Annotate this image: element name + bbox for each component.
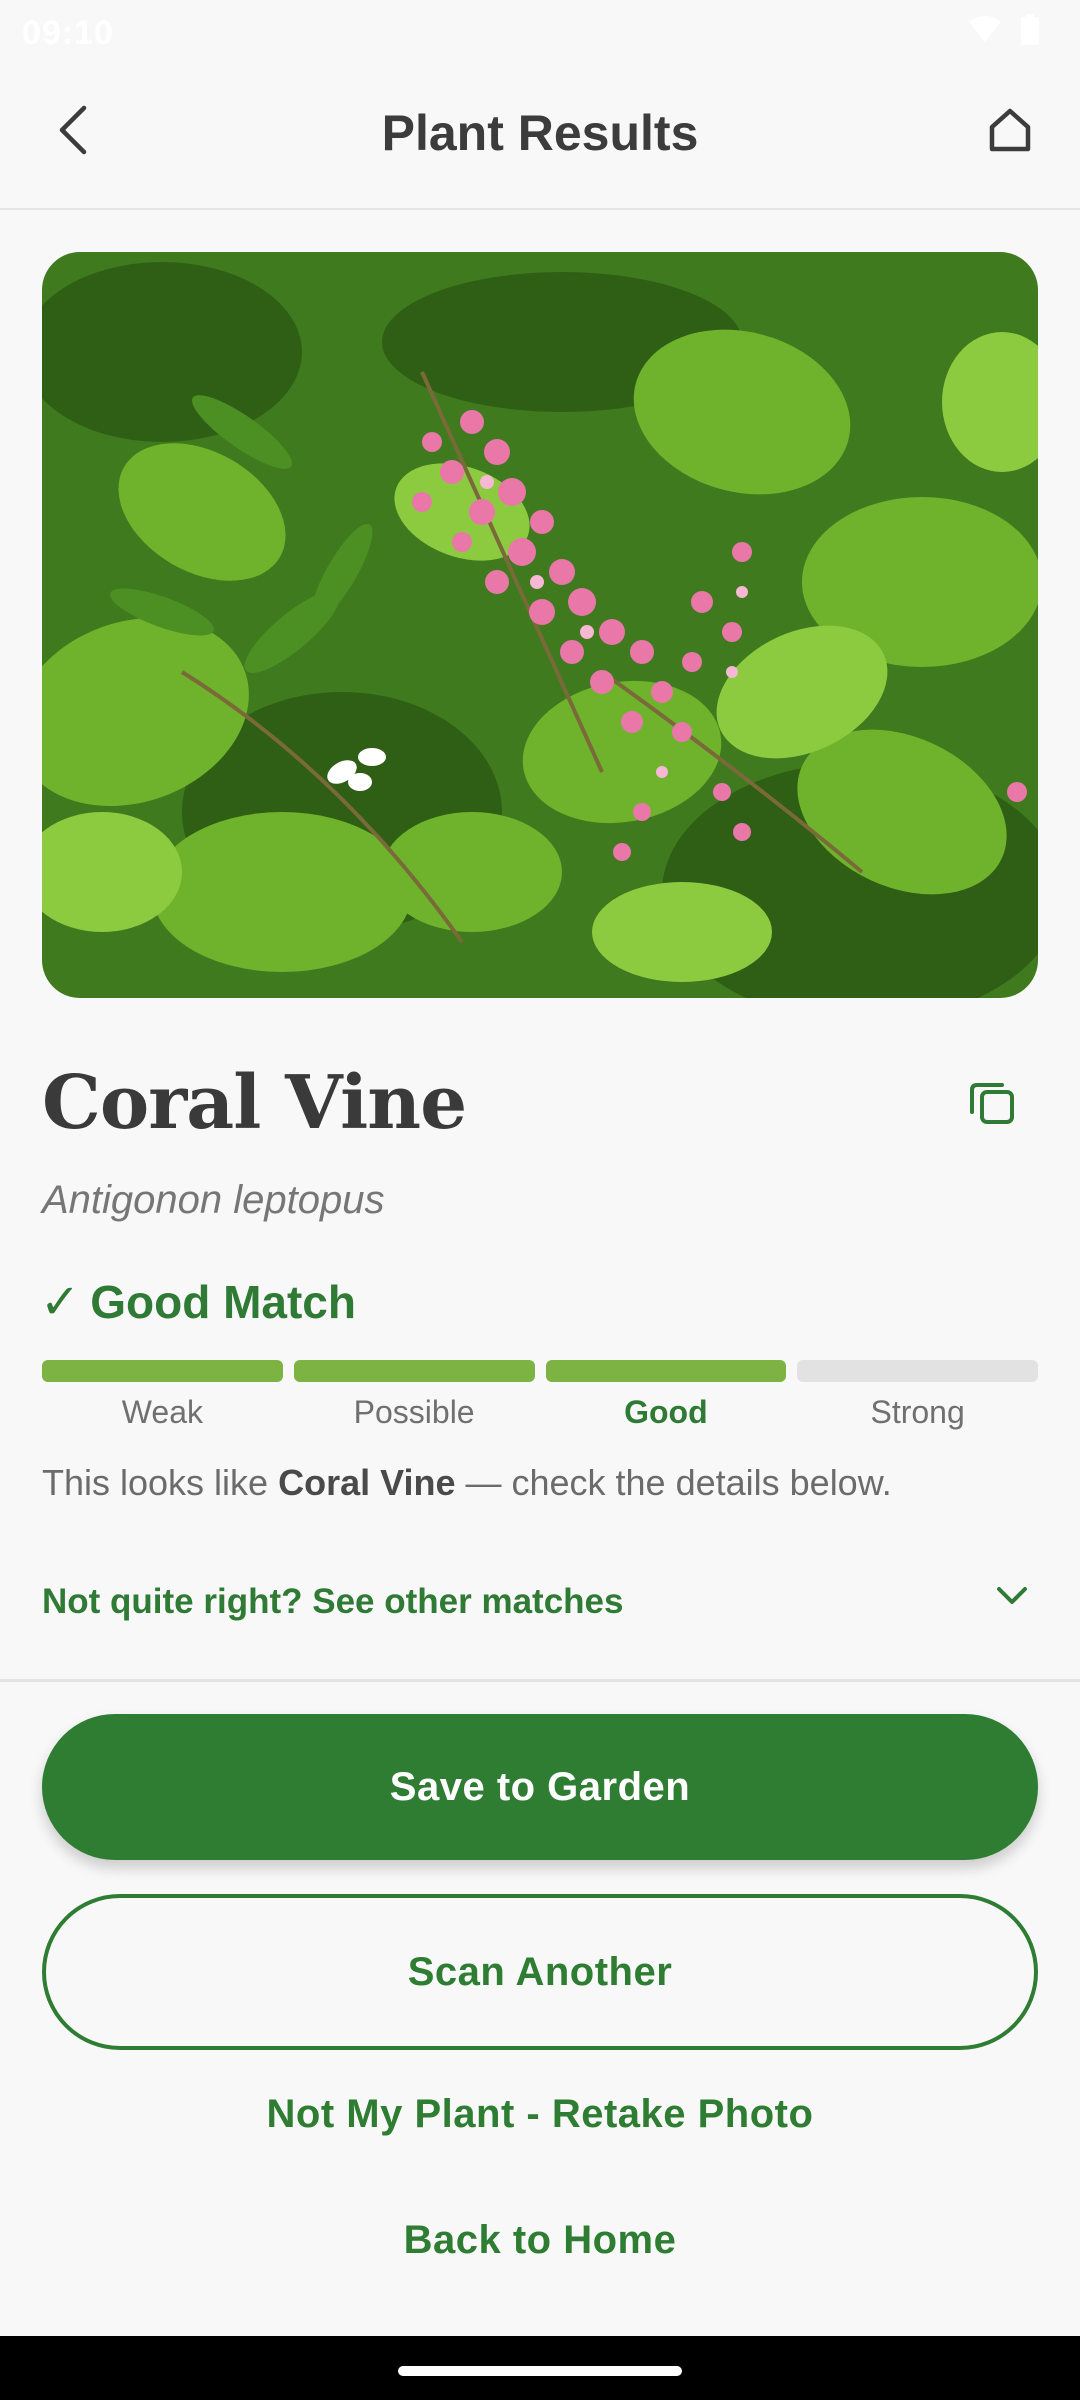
home-icon <box>988 107 1032 158</box>
status-time: 09:10 <box>22 14 114 52</box>
match-segment <box>42 1360 283 1382</box>
gesture-handle[interactable] <box>398 2366 682 2376</box>
save-to-garden-button[interactable]: Save to Garden <box>42 1714 1038 1860</box>
plant-scientific-name: Antigonon leptopus <box>42 1178 385 1222</box>
chevron-down-icon <box>996 1586 1028 1611</box>
match-segment <box>797 1360 1038 1382</box>
match-label-text: Good Match <box>90 1276 356 1328</box>
copy-icon <box>967 1077 1017 1132</box>
copy-button[interactable] <box>960 1072 1024 1136</box>
status-bar: 09:10 <box>0 0 1080 64</box>
scan-another-button[interactable]: Scan Another <box>42 1894 1038 2050</box>
status-icons <box>968 14 1040 46</box>
plant-common-name: Coral Vine <box>42 1060 467 1146</box>
actions-divider <box>0 1679 1080 1682</box>
retake-photo-link[interactable]: Not My Plant - Retake Photo <box>0 2092 1080 2137</box>
match-level-weak: Weak <box>121 1394 203 1430</box>
plant-results-screen: 09:10 Plant Results Coral Vine Antigonon… <box>0 0 1080 2400</box>
match-level-strong: Strong <box>870 1394 965 1430</box>
match-confidence-bar <box>42 1360 1038 1382</box>
back-to-home-link[interactable]: Back to Home <box>0 2218 1080 2263</box>
other-matches-toggle[interactable]: Not quite right? See other matches <box>0 1560 1080 1644</box>
match-level-possible: Possible <box>353 1394 475 1430</box>
plant-photo <box>42 252 1038 998</box>
page-title: Plant Results <box>381 105 699 161</box>
match-description-suffix: — check the details below. <box>455 1462 892 1503</box>
match-level-good: Good <box>624 1394 708 1430</box>
match-segment <box>545 1360 787 1382</box>
match-level-labels: Weak Possible Good Strong <box>42 1394 1038 1431</box>
home-button[interactable] <box>978 100 1042 164</box>
match-confidence-label: ✓ Good Match <box>40 1274 356 1330</box>
system-navigation-bar <box>0 2336 1080 2400</box>
wifi-icon <box>968 14 1002 46</box>
match-segment <box>293 1360 535 1382</box>
battery-icon <box>1020 14 1040 46</box>
match-description-name: Coral Vine <box>278 1462 456 1503</box>
check-icon: ✓ <box>40 1276 81 1329</box>
app-bar: Plant Results <box>0 64 1080 210</box>
match-description: This looks like Coral Vine — check the d… <box>42 1462 892 1504</box>
match-description-prefix: This looks like <box>42 1462 279 1503</box>
other-matches-label: Not quite right? See other matches <box>42 1582 624 1621</box>
